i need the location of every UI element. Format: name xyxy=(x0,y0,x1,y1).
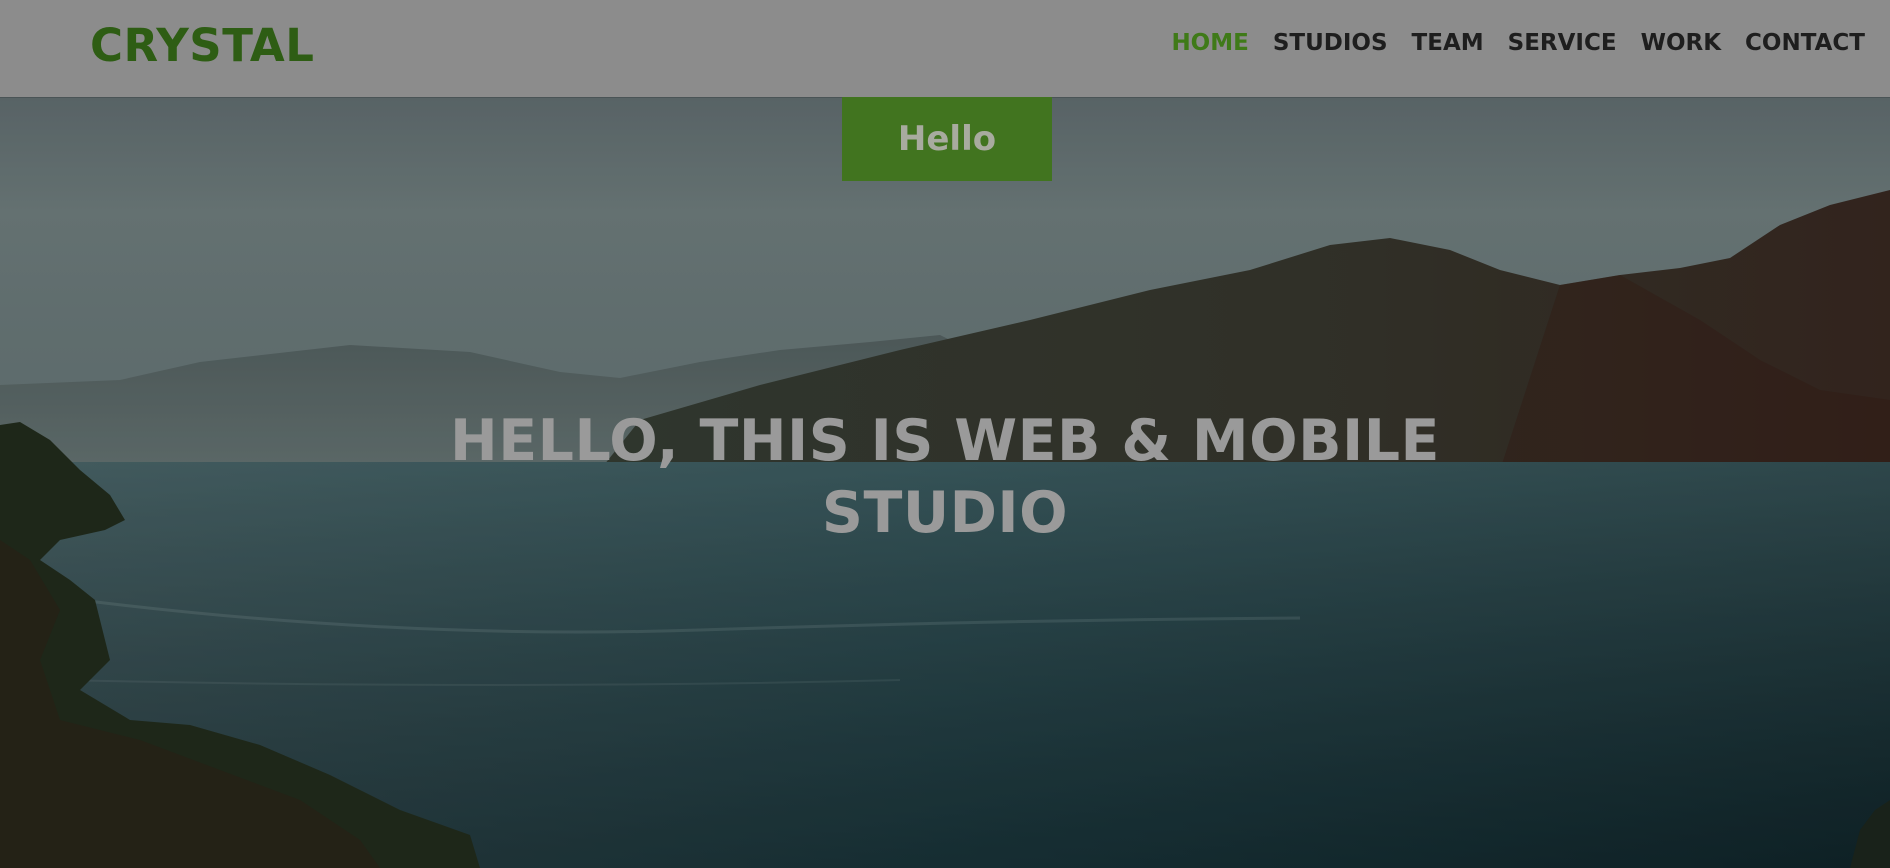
nav-item-work[interactable]: WORK xyxy=(1641,27,1721,59)
main-nav: HOME STUDIOS TEAM SERVICE WORK CONTACT xyxy=(1147,27,1865,59)
nav-item-team[interactable]: TEAM xyxy=(1412,27,1484,59)
site-header: CRYSTAL HOME STUDIOS TEAM SERVICE WORK C… xyxy=(0,0,1890,97)
hero-headline: HELLO, THIS IS WEB & MOBILE STUDIO xyxy=(445,405,1445,549)
brand-logo[interactable]: CRYSTAL xyxy=(90,18,314,74)
hero-headline-line-2: STUDIO xyxy=(821,480,1069,546)
nav-item-home[interactable]: HOME xyxy=(1171,27,1248,59)
nav-item-contact[interactable]: CONTACT xyxy=(1745,27,1865,59)
landing-page: CRYSTAL HOME STUDIOS TEAM SERVICE WORK C… xyxy=(0,0,1890,868)
hello-tab-button[interactable]: Hello xyxy=(842,97,1052,181)
nav-item-studios[interactable]: STUDIOS xyxy=(1273,27,1388,59)
hero-headline-line-1: HELLO, THIS IS WEB & MOBILE xyxy=(450,408,1440,474)
nav-item-service[interactable]: SERVICE xyxy=(1508,27,1617,59)
